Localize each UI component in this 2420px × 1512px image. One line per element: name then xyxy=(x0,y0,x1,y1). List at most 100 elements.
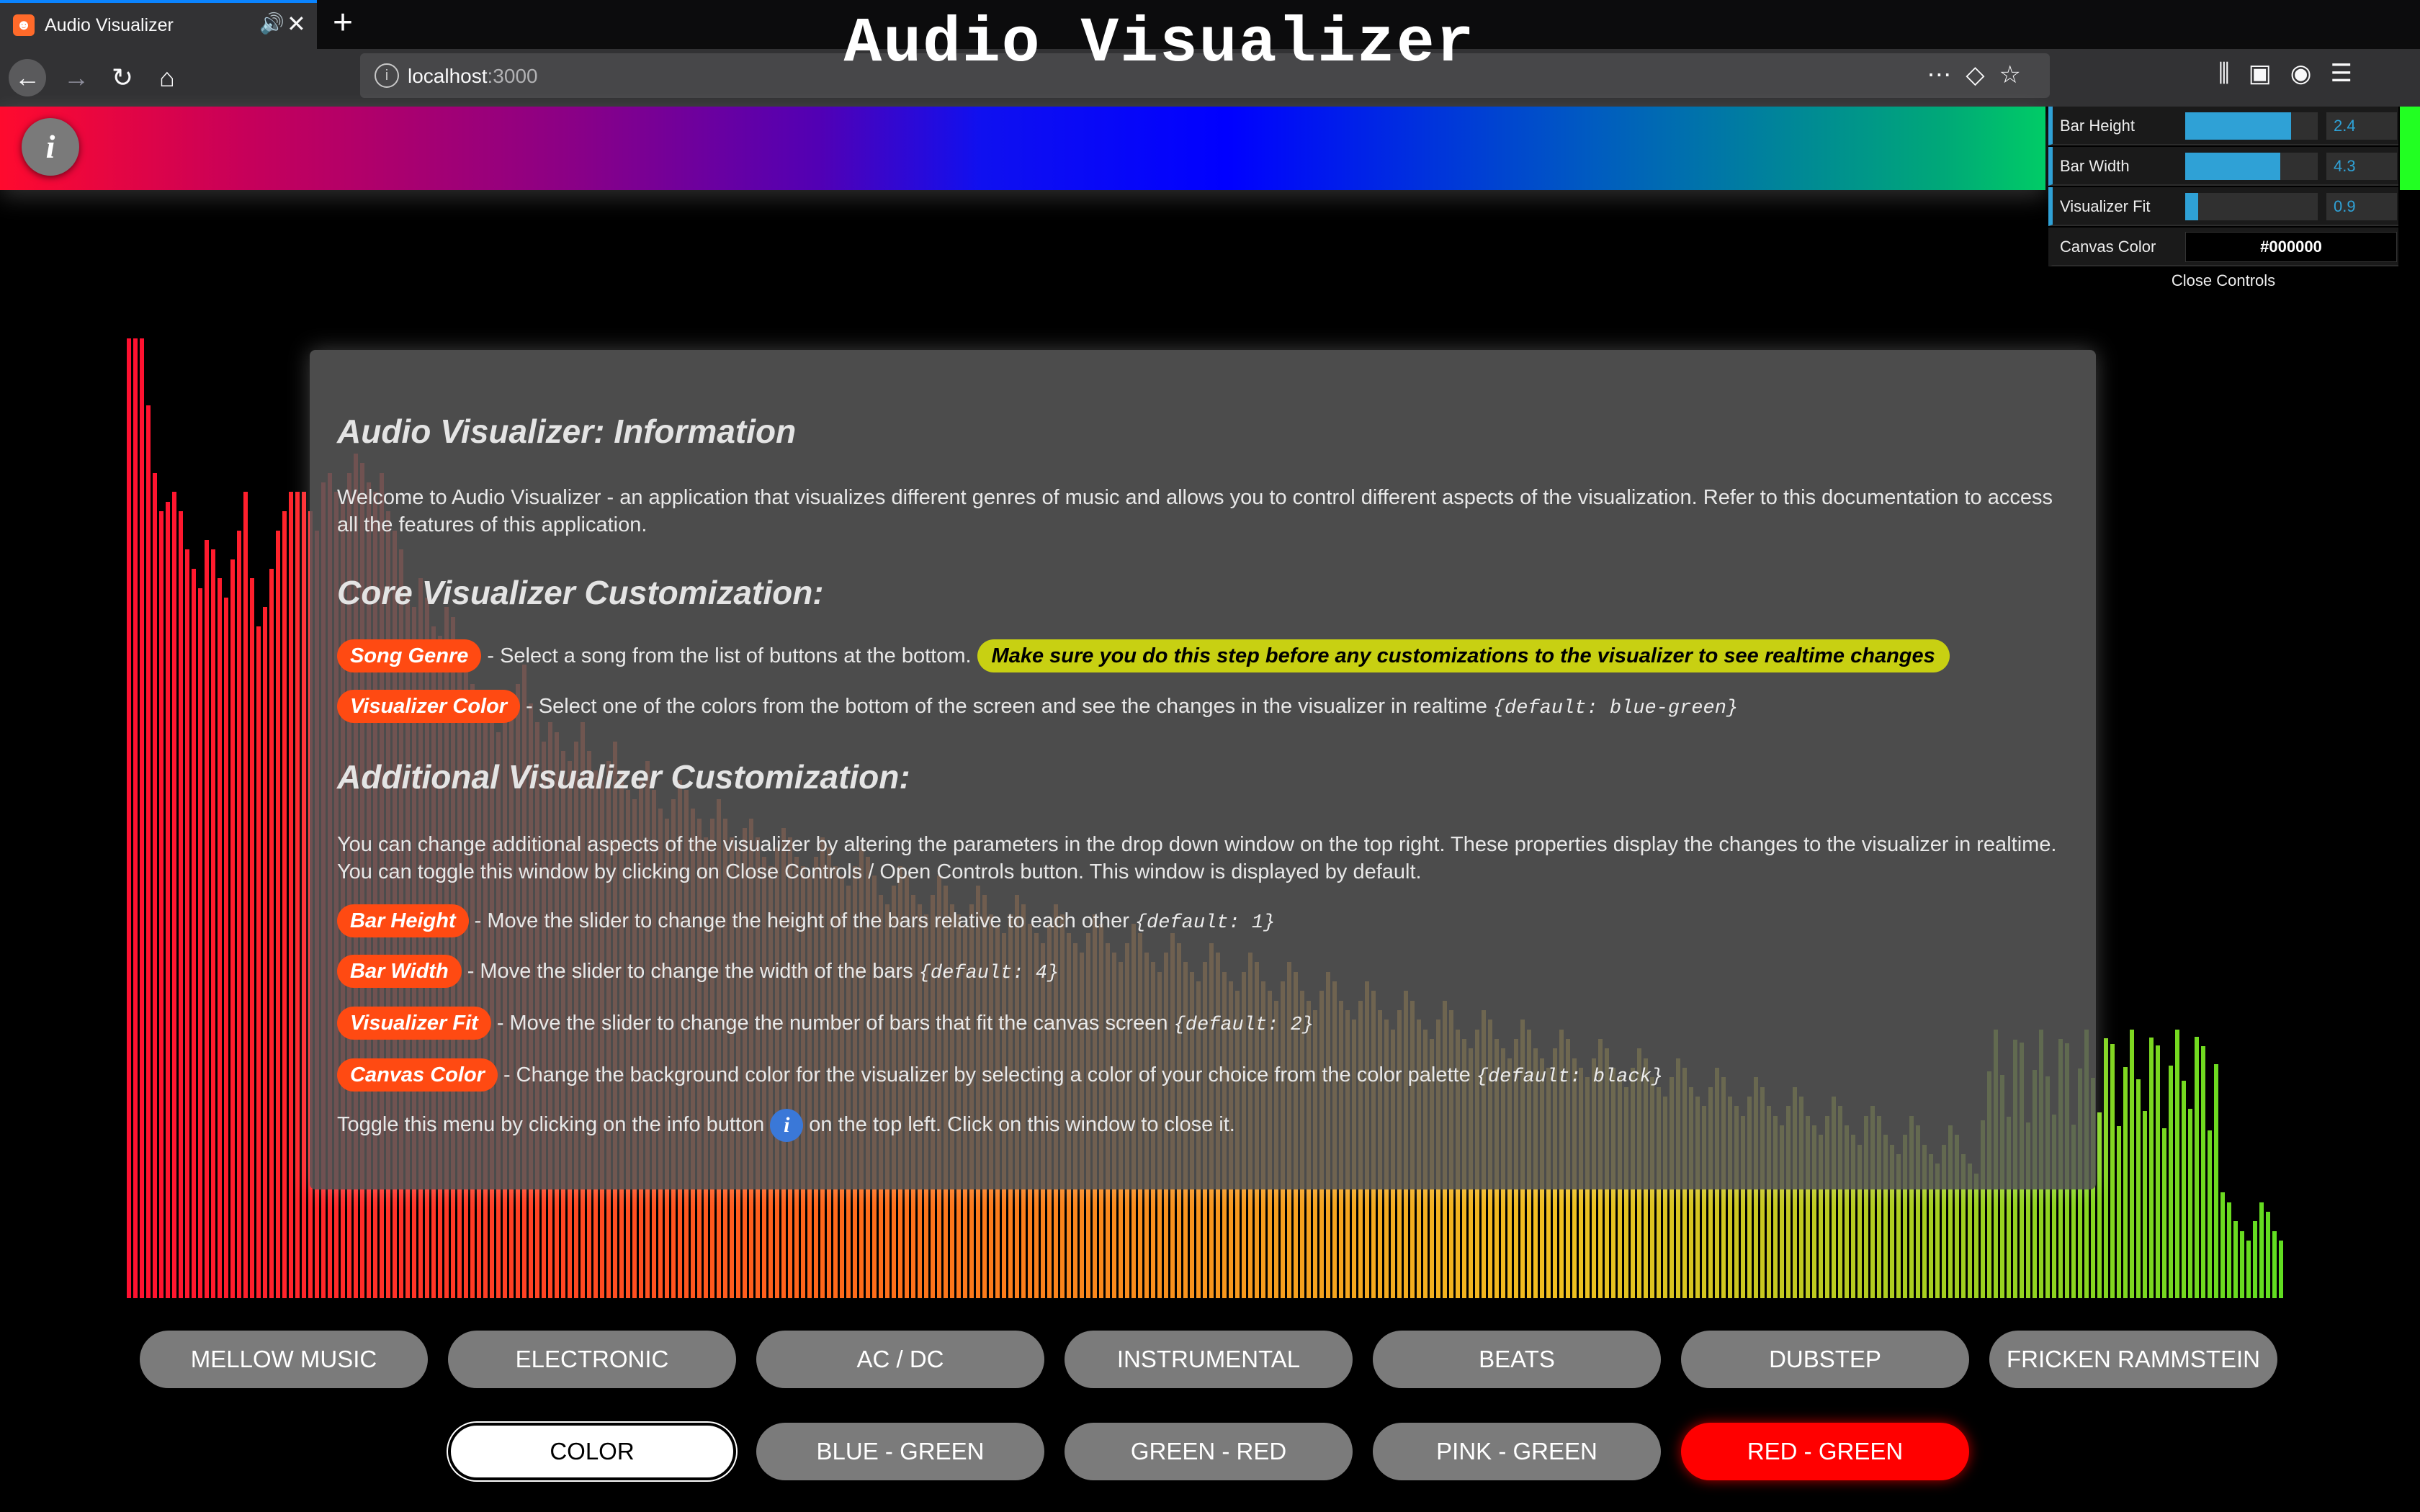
inline-info-icon: i xyxy=(770,1109,804,1143)
color-button-red-green[interactable]: RED - GREEN xyxy=(1681,1423,1969,1480)
toggle-text-after: on the top left. Click on this window to… xyxy=(809,1113,1235,1136)
color-button-pink-green[interactable]: PINK - GREEN xyxy=(1373,1423,1661,1480)
visualizer-fit-row: Visualizer Fit - Move the slider to chang… xyxy=(337,1007,1314,1041)
bar-width-default: {default: 4} xyxy=(918,963,1059,984)
visualizer-bar xyxy=(230,559,235,1298)
genre-button-electronic[interactable]: ELECTRONIC xyxy=(448,1331,736,1388)
bar-height-label: Bar Height xyxy=(2060,117,2135,135)
visualizer-bar xyxy=(133,338,138,1298)
visualizer-bar xyxy=(2097,1112,2102,1298)
bar-height-slider-fill xyxy=(2185,112,2292,140)
visualizer-bar xyxy=(2220,1192,2225,1298)
info-button[interactable]: i xyxy=(22,118,79,176)
song-genre-text: - Select a song from the list of buttons… xyxy=(487,644,972,667)
visualizer-bar xyxy=(218,578,222,1298)
visualizer-bar xyxy=(2227,1202,2231,1298)
visualizer-bar xyxy=(2208,1130,2212,1298)
bar-width-text: - Move the slider to change the width of… xyxy=(467,960,913,983)
core-heading: Core Visualizer Customization: xyxy=(337,574,824,611)
visualizer-color-default: {default: blue-green} xyxy=(1492,698,1739,719)
app-header xyxy=(0,107,2045,190)
info-panel[interactable]: Audio Visualizer: Information Welcome to… xyxy=(310,350,2096,1189)
visualizer-color-row: Visualizer Color - Select one of the colo… xyxy=(337,690,1738,724)
visualizer-bar xyxy=(269,568,274,1298)
visualizer-bar xyxy=(2143,1110,2147,1298)
visualizer-bar xyxy=(2117,1126,2121,1298)
bar-height-text: - Move the slider to change the height o… xyxy=(474,909,1129,932)
visualizer-bar xyxy=(211,549,215,1298)
visualizer-bar xyxy=(276,530,280,1298)
visualizer-bar xyxy=(2246,1241,2251,1298)
visualizer-bar xyxy=(159,510,163,1298)
visualizer-bar xyxy=(282,510,287,1298)
bar-height-input[interactable]: 2.4 xyxy=(2326,112,2397,140)
visualizer-bar xyxy=(185,549,189,1298)
visualizer-fit-default: {default: 2} xyxy=(1173,1014,1314,1036)
bar-height-control: Bar Height 2.4 xyxy=(2048,107,2398,145)
genre-button-fricken-rammstein[interactable]: FRICKEN RAMMSTEIN xyxy=(1989,1331,2277,1388)
visualizer-fit-tag: Visualizer Fit xyxy=(337,1007,491,1040)
visualizer-bar xyxy=(2188,1109,2192,1298)
visualizer-bar xyxy=(2266,1212,2270,1298)
visualizer-bar xyxy=(198,588,202,1298)
canvas-color-row: Canvas Color - Change the background colo… xyxy=(337,1058,1663,1093)
genre-button-beats[interactable]: BEATS xyxy=(1373,1331,1661,1388)
canvas-color-text: - Change the background color for the vi… xyxy=(503,1063,1471,1086)
color-button-green-red[interactable]: GREEN - RED xyxy=(1065,1423,1353,1480)
menu-icon[interactable]: ☰ xyxy=(2330,60,2352,87)
bar-width-row: Bar Width - Move the slider to change the… xyxy=(337,955,1059,989)
visualizer-bar xyxy=(146,405,151,1298)
visualizer-bar xyxy=(2195,1036,2199,1298)
bar-width-slider[interactable] xyxy=(2185,153,2318,180)
additional-text: You can change additional aspects of the… xyxy=(337,833,2057,883)
visualizer-bar xyxy=(295,492,300,1298)
visualizer-color-tag: Visualizer Color xyxy=(337,690,521,723)
toggle-text-before: Toggle this menu by clicking on the info… xyxy=(337,1113,765,1136)
welcome-text: Welcome to Audio Visualizer - an applica… xyxy=(337,486,2053,536)
visualizer-bar xyxy=(1974,1173,1978,1298)
visualizer-bar xyxy=(2272,1230,2277,1298)
visualizer-fit-input[interactable]: 0.9 xyxy=(2326,193,2397,220)
visualizer-bar xyxy=(250,578,254,1298)
visualizer-fit-label: Visualizer Fit xyxy=(2060,197,2151,215)
color-label-button[interactable]: COLOR xyxy=(448,1423,736,1480)
bar-height-slider[interactable] xyxy=(2185,112,2318,140)
canvas-color-control: Canvas Color #000000 xyxy=(2048,228,2398,266)
visualizer-fit-slider-fill xyxy=(2185,193,2199,220)
visualizer-bar xyxy=(2162,1128,2166,1298)
visualizer-bar xyxy=(2279,1241,2283,1298)
visualizer-bar xyxy=(2240,1230,2244,1298)
color-button-blue-green[interactable]: BLUE - GREEN xyxy=(756,1423,1044,1480)
visualizer-bar xyxy=(2175,1030,2179,1298)
visualizer-bar xyxy=(2110,1044,2115,1298)
visualizer-bar xyxy=(140,338,144,1298)
visualizer-bar xyxy=(2149,1037,2154,1298)
visualizer-bar xyxy=(256,626,261,1298)
genre-button-dubstep[interactable]: DUBSTEP xyxy=(1681,1331,1969,1388)
visualizer-bar xyxy=(166,501,170,1298)
visualizer-bar xyxy=(2201,1045,2205,1298)
toggle-row: Toggle this menu by clicking on the info… xyxy=(337,1109,1235,1143)
close-controls-button[interactable]: Close Controls xyxy=(2048,268,2398,295)
visualizer-bar xyxy=(172,492,176,1298)
genre-button-instrumental[interactable]: INSTRUMENTAL xyxy=(1065,1331,1353,1388)
genre-button-mellow-music[interactable]: MELLOW MUSIC xyxy=(140,1331,428,1388)
info-title: Audio Visualizer: Information xyxy=(337,413,797,450)
bar-width-label: Bar Width xyxy=(2060,157,2130,175)
genre-button-acdc[interactable]: AC / DC xyxy=(756,1331,1044,1388)
bar-height-row: Bar Height - Move the slider to change th… xyxy=(337,904,1275,939)
visualizer-bar xyxy=(2130,1030,2134,1298)
canvas-color-picker[interactable]: #000000 xyxy=(2185,232,2397,262)
visualizer-bar xyxy=(205,539,209,1298)
visualizer-bar xyxy=(2136,1079,2141,1298)
visualizer-bar xyxy=(127,338,131,1298)
visualizer-bar xyxy=(2104,1038,2108,1298)
bar-width-input[interactable]: 4.3 xyxy=(2326,153,2397,180)
visualizer-fit-text: - Move the slider to change the number o… xyxy=(496,1012,1168,1035)
page-title: Audio Visualizer xyxy=(843,9,1476,80)
visualizer-fit-slider[interactable] xyxy=(2185,193,2318,220)
bar-height-tag: Bar Height xyxy=(337,904,469,937)
song-genre-tag: Song Genre xyxy=(337,639,482,672)
visualizer-bar xyxy=(224,597,228,1298)
visualizer-bar xyxy=(2214,1063,2218,1298)
